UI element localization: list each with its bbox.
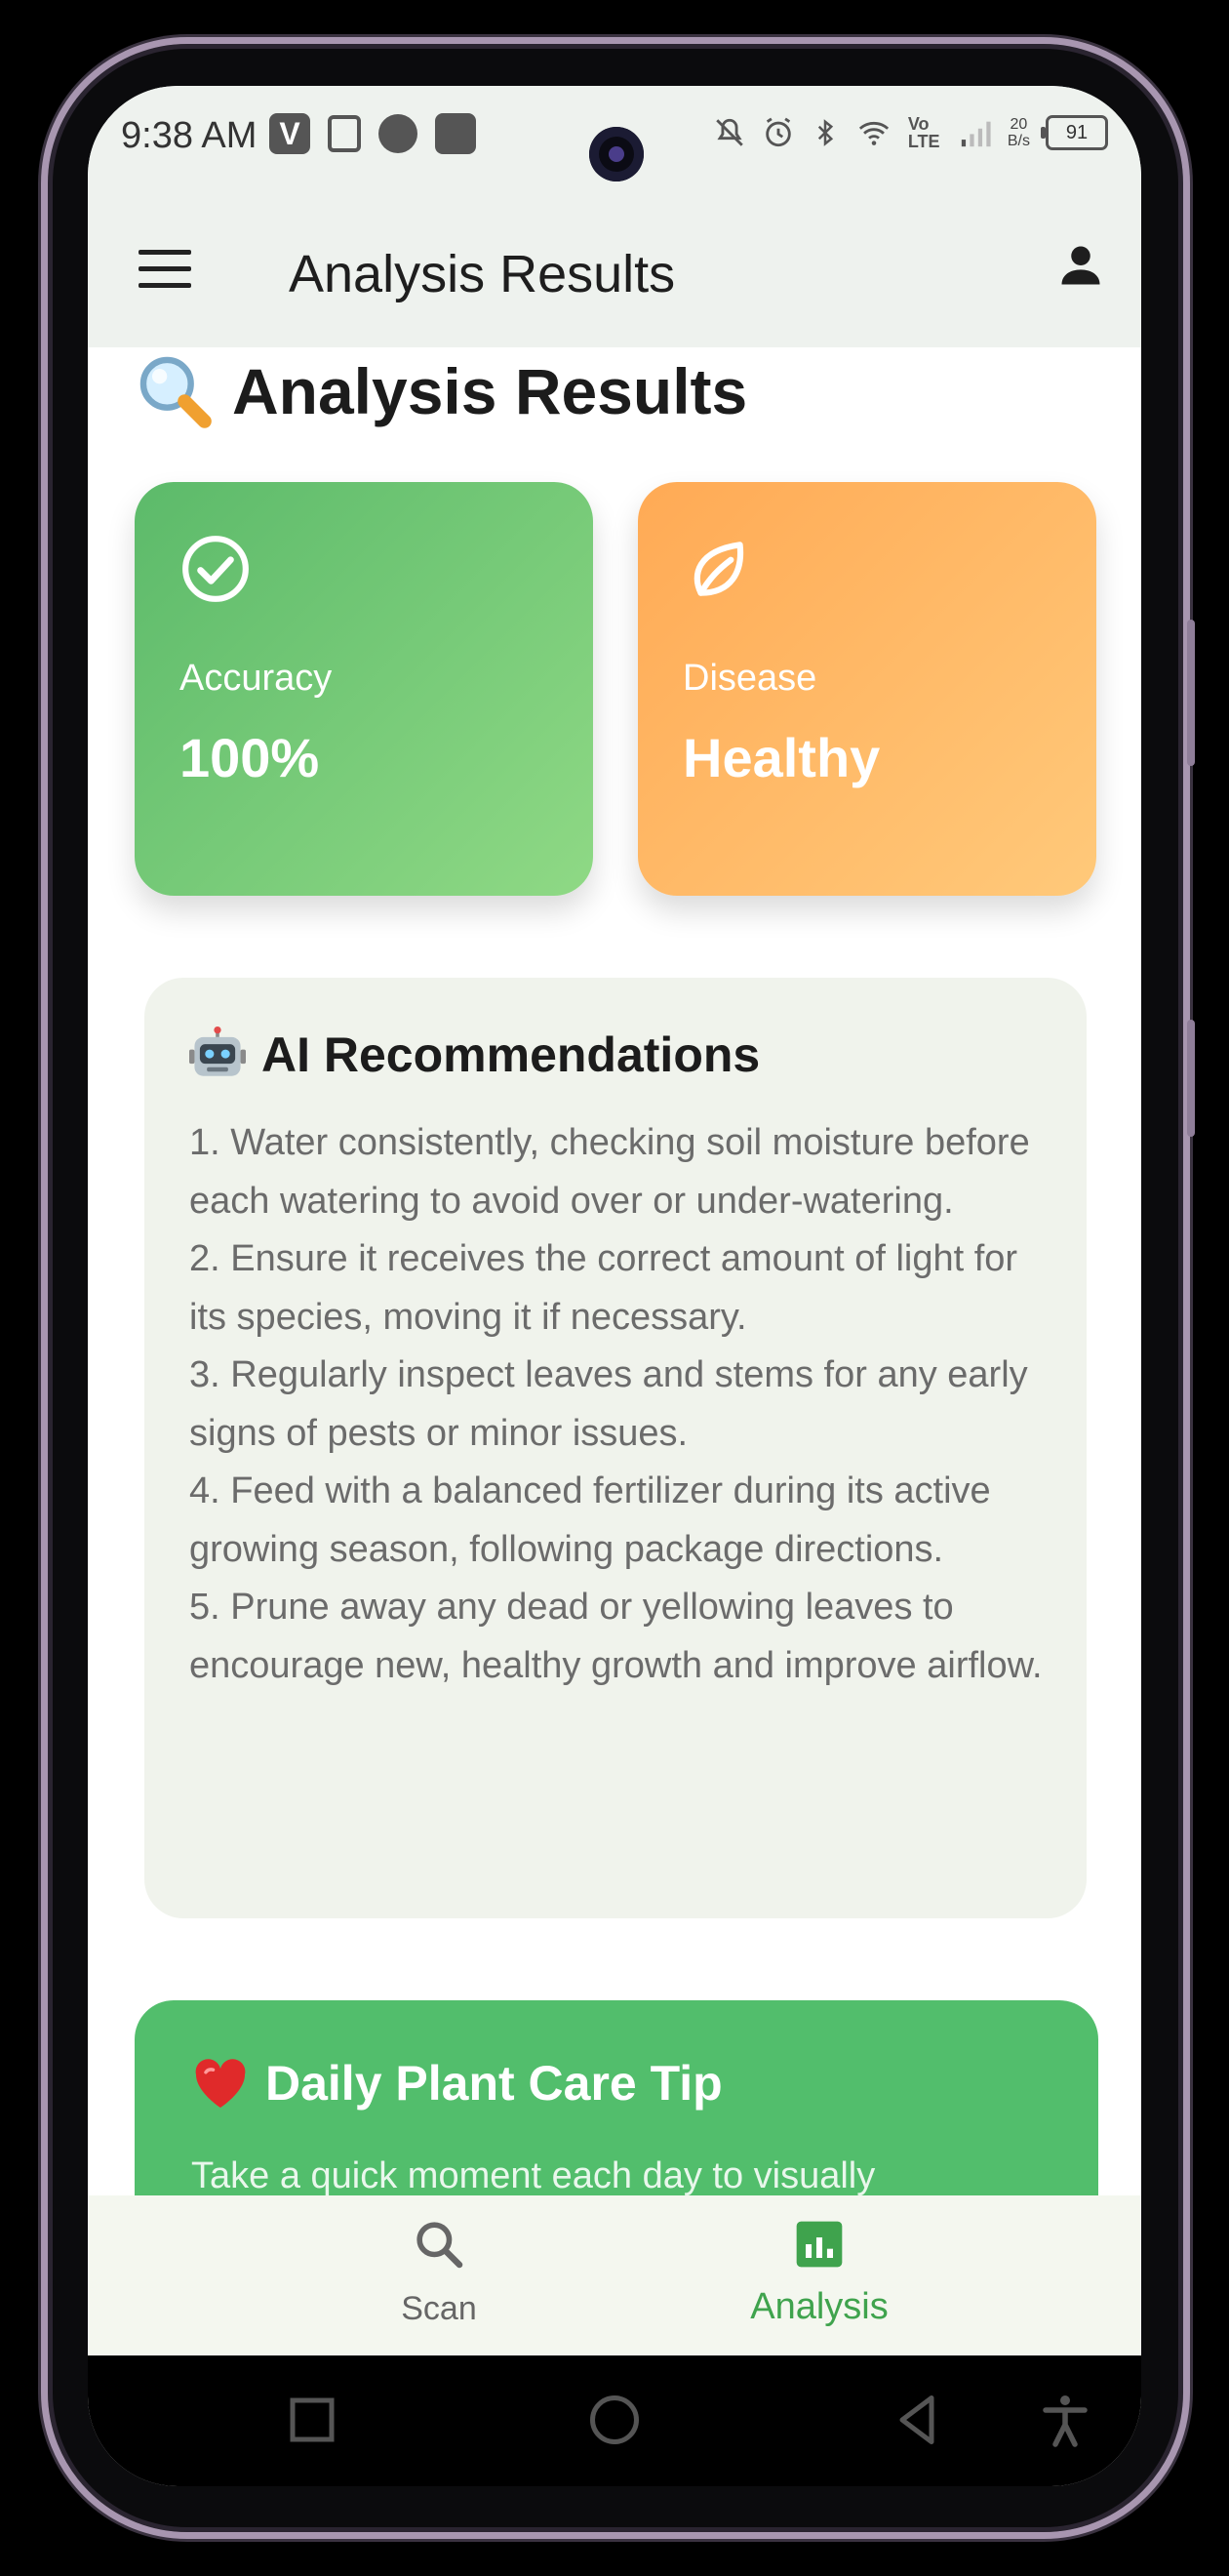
recommendation-item: 5. Prune away any dead or yellowing leav… [189, 1587, 1043, 1686]
status-time: 9:38 AM [121, 115, 258, 156]
accuracy-label: Accuracy [179, 658, 333, 699]
recommendations-title: AI Recommendations [189, 1026, 760, 1083]
recommendation-item: 3. Regularly inspect leaves and stems fo… [189, 1354, 1028, 1454]
bluetooth-icon [817, 119, 833, 146]
volte-icon: Vo LTE [907, 114, 940, 151]
recommendation-item: 4. Feed with a balanced fertilizer durin… [189, 1470, 991, 1570]
nav-item-analysis[interactable]: Analysis [673, 2217, 966, 2328]
daily-tip-title-text: Daily Plant Care Tip [265, 2056, 723, 2111]
alarm-icon [766, 117, 791, 147]
content-area[interactable]: Analysis Results Accuracy 100% Disease H… [88, 347, 1141, 2281]
nav-label-analysis: Analysis [750, 2286, 889, 2327]
recommendation-item: 1. Water consistently, checking soil moi… [189, 1122, 1030, 1222]
disease-value: Healthy [683, 727, 881, 788]
signal-icon [961, 121, 991, 147]
page-title: Analysis Results [135, 347, 747, 435]
disease-card: Disease Healthy [638, 482, 1096, 896]
square-notification-icon [435, 113, 476, 154]
network-rate: 20 B/s [1008, 116, 1030, 149]
circle-notification-icon [378, 114, 417, 153]
parking-app-icon [328, 115, 361, 152]
bottom-navigation: Scan Analysis [88, 2195, 1141, 2355]
nav-label-scan: Scan [401, 2290, 477, 2327]
person-icon[interactable] [1055, 240, 1106, 291]
app-bar-title: Analysis Results [289, 245, 676, 303]
front-camera [589, 127, 644, 181]
system-navigation-bar [88, 2355, 1141, 2486]
search-icon [416, 2222, 463, 2269]
recommendations-title-text: AI Recommendations [261, 1027, 761, 1082]
robot-icon [189, 1026, 246, 1076]
home-circle-icon[interactable] [585, 2391, 644, 2449]
v-app-icon: V [269, 113, 310, 154]
volume-button [1187, 620, 1195, 766]
back-triangle-icon[interactable] [888, 2391, 946, 2449]
network-rate-value: 20 [1010, 116, 1028, 133]
network-rate-unit: B/s [1007, 133, 1030, 149]
red-heart-icon [195, 2059, 246, 2108]
top-bar: 9:38 AM V Vo LTE 20 B/s 91 Analysis Resu… [88, 86, 1141, 347]
power-button [1187, 1020, 1195, 1137]
check-circle-icon [182, 536, 249, 602]
recents-square-icon[interactable] [283, 2391, 341, 2449]
magnifying-glass-icon [139, 356, 212, 428]
page-title-text: Analysis Results [232, 355, 748, 427]
recommendations-list: 1. Water consistently, checking soil moi… [189, 1114, 1048, 1695]
status-icons-left: V [269, 113, 476, 154]
accuracy-value: 100% [179, 727, 320, 788]
recommendation-item: 2. Ensure it receives the correct amount… [189, 1238, 1018, 1338]
disease-label: Disease [683, 658, 817, 699]
daily-tip-title: Daily Plant Care Tip [191, 2055, 723, 2112]
hamburger-menu-icon[interactable] [139, 250, 191, 289]
battery-indicator: 91 [1041, 115, 1108, 150]
mute-icon [716, 118, 743, 146]
leaf-icon [694, 542, 744, 596]
wifi-icon [858, 121, 889, 145]
nav-item-scan[interactable]: Scan [293, 2217, 585, 2328]
status-icons-right: Vo LTE 20 B/s 91 [713, 115, 1108, 150]
ai-recommendations-card: AI Recommendations 1. Water consistently… [144, 978, 1087, 1918]
bar-chart-icon [796, 2221, 843, 2268]
screen: 9:38 AM V Vo LTE 20 B/s 91 Analysis Resu… [88, 86, 1141, 2486]
accessibility-icon[interactable] [1036, 2391, 1094, 2449]
accuracy-card: Accuracy 100% [135, 482, 593, 896]
